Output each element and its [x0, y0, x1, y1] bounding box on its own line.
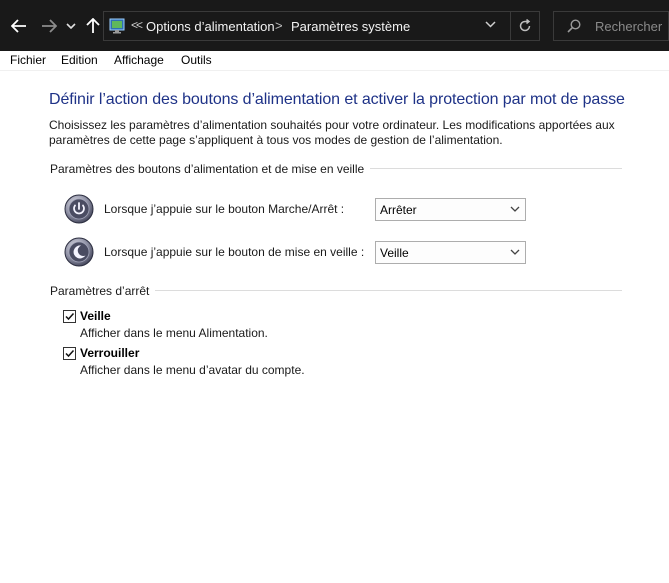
sleep-button-action-value: Veille	[380, 246, 409, 260]
control-panel-icon	[109, 18, 125, 34]
menu-bar: Fichier Edition Affichage Outils	[0, 51, 669, 71]
power-button-label: Lorsque j’appuie sur le bouton Marche/Ar…	[104, 202, 345, 216]
up-button[interactable]	[82, 14, 104, 38]
forward-button[interactable]	[38, 14, 60, 38]
group-heading-buttons: Paramètres des boutons d’alimentation et…	[50, 162, 371, 176]
sleep-option-label[interactable]: Veille	[80, 309, 111, 323]
address-divider	[510, 12, 511, 40]
menu-tools[interactable]: Outils	[181, 53, 212, 67]
sleep-button-label: Lorsque j’appuie sur le bouton de mise e…	[104, 245, 365, 259]
refresh-icon[interactable]	[518, 19, 532, 33]
search-placeholder: Rechercher	[595, 19, 663, 34]
chevron-down-icon	[66, 23, 76, 29]
up-arrow-icon	[86, 18, 100, 33]
breadcrumb-separator-icon[interactable]: >	[275, 18, 283, 33]
lock-option-description: Afficher dans le menu d’avatar du compte…	[80, 363, 305, 377]
forward-arrow-icon	[42, 19, 57, 33]
breadcrumb-overflow-icon[interactable]: <<	[131, 18, 143, 32]
lock-option-label[interactable]: Verrouiller	[80, 346, 139, 360]
search-icon	[567, 19, 581, 33]
sleep-checkbox[interactable]	[63, 310, 76, 323]
menu-view[interactable]: Affichage	[114, 53, 164, 67]
breadcrumb-item-power-options[interactable]: Options d’alimentation	[146, 19, 275, 34]
page-title: Définir l’action des boutons d’alimentat…	[49, 91, 625, 108]
address-bar[interactable]: << Options d’alimentation > Paramètres s…	[103, 11, 540, 41]
breadcrumb-item-system-settings[interactable]: Paramètres système	[291, 19, 410, 34]
sleep-button-action-select[interactable]: Veille	[375, 241, 526, 264]
power-button-action-select[interactable]: Arrêter	[375, 198, 526, 221]
sleep-option-description: Afficher dans le menu Alimentation.	[80, 326, 268, 340]
checkmark-icon	[65, 312, 75, 321]
menu-edit[interactable]: Edition	[61, 53, 98, 67]
sleep-button-icon	[64, 237, 94, 267]
power-button-icon	[64, 194, 94, 224]
search-box[interactable]: Rechercher	[553, 11, 669, 41]
back-arrow-icon	[11, 19, 26, 33]
lock-checkbox[interactable]	[63, 347, 76, 360]
group-heading-shutdown: Paramètres d’arrêt	[50, 284, 156, 298]
back-button[interactable]	[8, 14, 30, 38]
address-toolbar: << Options d’alimentation > Paramètres s…	[0, 0, 669, 51]
chevron-down-icon	[510, 206, 520, 212]
checkmark-icon	[65, 349, 75, 358]
chevron-down-icon	[510, 249, 520, 255]
power-button-action-value: Arrêter	[380, 203, 417, 217]
page-description: Choisissez les paramètres d’alimentation…	[49, 118, 615, 147]
address-dropdown-icon[interactable]	[485, 21, 496, 28]
recent-locations-button[interactable]	[62, 14, 80, 38]
menu-file[interactable]: Fichier	[10, 53, 46, 67]
